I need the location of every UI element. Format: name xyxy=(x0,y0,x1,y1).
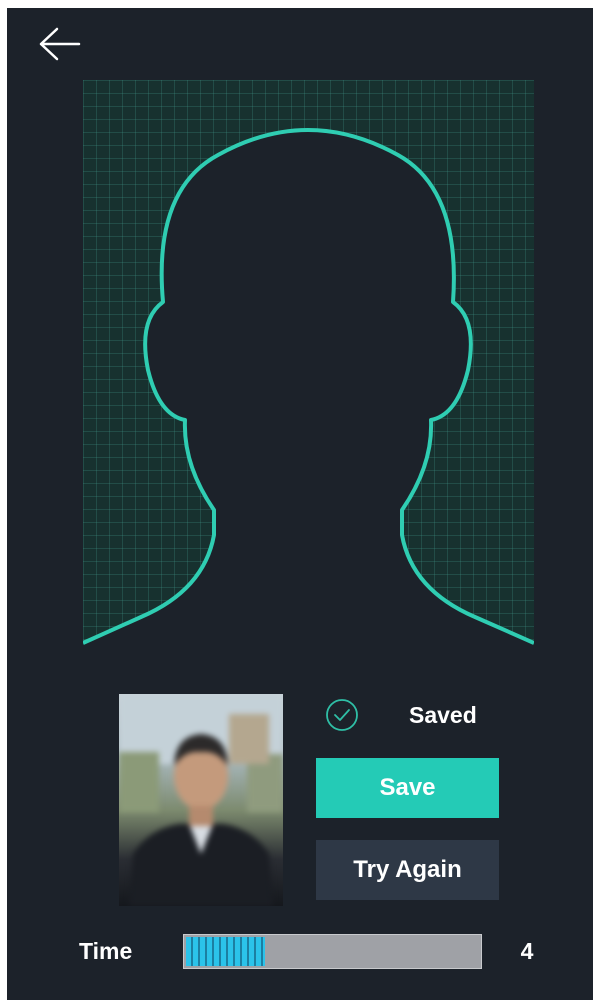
face-capture-screen: Saved Save Try Again Time 4 xyxy=(7,8,593,1000)
head-silhouette-outline xyxy=(83,128,534,650)
back-button[interactable] xyxy=(35,26,83,62)
check-circle-icon xyxy=(326,699,358,731)
time-progress-fill xyxy=(186,937,265,966)
captured-face-photo xyxy=(119,694,283,906)
time-countdown-value: 4 xyxy=(520,938,534,964)
time-label: Time xyxy=(79,938,133,964)
time-progress-bar xyxy=(183,934,482,969)
camera-preview xyxy=(83,80,534,650)
saved-status-label: Saved xyxy=(409,702,477,728)
try-again-button[interactable]: Try Again xyxy=(316,840,499,900)
save-button[interactable]: Save xyxy=(316,758,499,818)
arrow-left-icon xyxy=(39,27,81,61)
